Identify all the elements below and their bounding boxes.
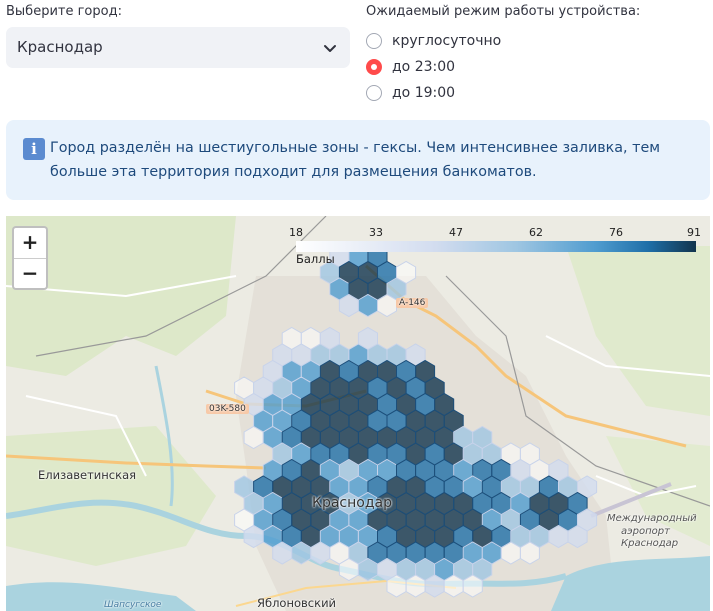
hex-cell[interactable]: [386, 574, 407, 598]
score-legend: 18 33 47 62 76 91 Баллы: [289, 226, 701, 266]
radio-option-23[interactable]: до 23:00: [366, 56, 455, 78]
info-icon: i: [23, 138, 45, 160]
radio-label: до 23:00: [392, 59, 456, 75]
hex-cell[interactable]: [243, 425, 264, 450]
city-select[interactable]: Краснодар: [6, 27, 350, 68]
hex-cell[interactable]: [443, 574, 464, 598]
legend-tick: 33: [369, 226, 383, 239]
hex-cell[interactable]: [291, 541, 312, 565]
radio-option-19[interactable]: до 19:00: [366, 82, 455, 104]
zoom-out-button[interactable]: −: [14, 258, 46, 288]
hex-cell[interactable]: [338, 293, 359, 318]
radio-button[interactable]: [366, 33, 382, 49]
legend-tick: 47: [449, 226, 463, 239]
map-label-shapsugskoe: Шапсугское: [104, 600, 162, 610]
hex-cell[interactable]: [377, 293, 397, 318]
hex-cell[interactable]: [310, 541, 331, 565]
map-label-airport-2: аэропорт: [621, 526, 670, 537]
legend-title: Баллы: [296, 252, 335, 266]
hex-cell[interactable]: [424, 574, 445, 598]
hex-cell[interactable]: [272, 541, 293, 565]
info-alert: i Город разделён на шестиугольные зоны -…: [6, 120, 710, 200]
city-select-value: Краснодар: [17, 38, 103, 56]
map-label-elizavetinskaya: Елизаветинская: [38, 468, 137, 482]
radio-option-24h[interactable]: круглосуточно: [366, 30, 501, 52]
road-shield-03k: 03K-580: [206, 404, 249, 414]
legend-tick: 18: [289, 226, 303, 239]
hex-cell[interactable]: [548, 524, 569, 549]
chevron-down-icon: [324, 45, 336, 52]
radio-button[interactable]: [366, 85, 382, 101]
hex-cell[interactable]: [338, 557, 359, 582]
hex-cell[interactable]: [357, 557, 378, 582]
legend-tick: 62: [529, 226, 543, 239]
map-label-airport-3: Краснодар: [621, 538, 679, 549]
zoom-in-button[interactable]: +: [14, 228, 46, 258]
mode-label: Ожидаемый режим работы устройства:: [366, 4, 641, 19]
hex-cell[interactable]: [357, 293, 378, 318]
map-label-yablonovsky: Яблоновский: [257, 596, 337, 610]
legend-tick: 91: [687, 226, 701, 239]
hex-cell[interactable]: [462, 574, 483, 598]
road-shield-a146: A-146: [396, 298, 429, 308]
legend-tick: 76: [609, 226, 623, 239]
hex-cell[interactable]: [519, 541, 540, 565]
hex-cell[interactable]: [500, 541, 521, 565]
legend-colorbar: [296, 241, 696, 252]
hex-cell[interactable]: [567, 524, 588, 549]
hex-cell[interactable]: [243, 524, 264, 549]
map-label-krasnodar: Краснодар: [312, 495, 392, 511]
hex-cell[interactable]: [405, 574, 426, 598]
radio-label: круглосуточно: [392, 33, 502, 49]
city-select-label: Выберите город:: [6, 4, 122, 19]
radio-button-selected[interactable]: [366, 59, 382, 75]
zoom-control[interactable]: + −: [12, 226, 48, 290]
info-text: Город разделён на шестиугольные зоны - г…: [50, 140, 661, 180]
map-canvas[interactable]: [6, 216, 710, 611]
radio-label: до 19:00: [392, 85, 456, 101]
map-label-airport-1: Международный: [607, 513, 697, 524]
hex-map[interactable]: [6, 216, 710, 611]
